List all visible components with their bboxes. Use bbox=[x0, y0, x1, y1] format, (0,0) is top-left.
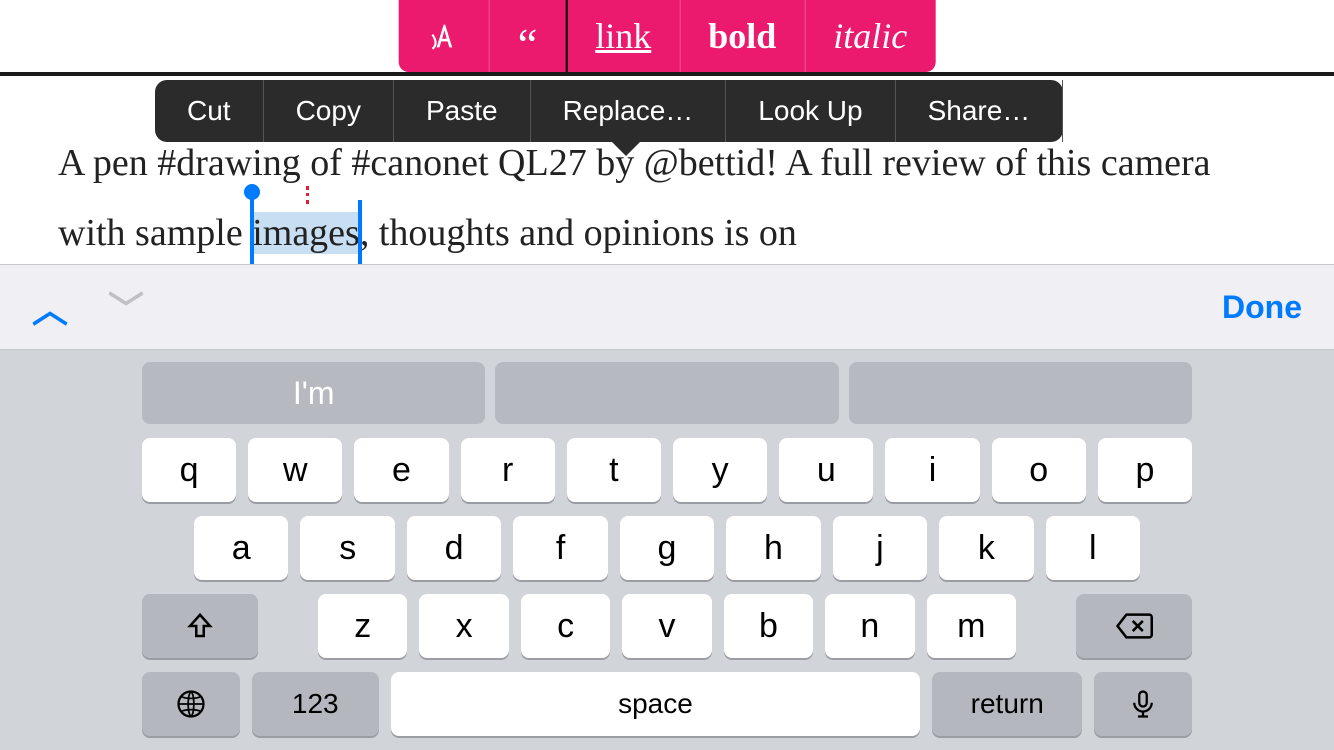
selection-dot-start[interactable] bbox=[244, 184, 260, 200]
numbers-key[interactable]: 123 bbox=[252, 672, 379, 736]
shift-key[interactable] bbox=[142, 594, 258, 658]
key-a[interactable]: a bbox=[194, 516, 288, 580]
cut-button[interactable]: Cut bbox=[155, 80, 264, 142]
prev-field-chevron-up-icon[interactable]: ︿ bbox=[32, 281, 68, 333]
context-menu-arrow bbox=[610, 140, 642, 156]
key-r[interactable]: r bbox=[461, 438, 555, 502]
shift-icon bbox=[185, 611, 215, 641]
editor-text[interactable]: A pen #drawing of #canonet QL27 by @bett… bbox=[58, 128, 1276, 269]
globe-icon bbox=[176, 689, 206, 719]
quote-button[interactable]: “ bbox=[490, 0, 568, 72]
key-f[interactable]: f bbox=[513, 516, 607, 580]
key-j[interactable]: j bbox=[833, 516, 927, 580]
key-l[interactable]: l bbox=[1046, 516, 1140, 580]
key-x[interactable]: x bbox=[419, 594, 508, 658]
suggestion-3[interactable] bbox=[849, 362, 1192, 424]
italic-button[interactable]: italic bbox=[805, 0, 935, 72]
key-s[interactable]: s bbox=[300, 516, 394, 580]
keyboard: I'm q w e r t y u i o p a s d f g h j k … bbox=[0, 350, 1334, 750]
paste-button[interactable]: Paste bbox=[394, 80, 531, 142]
key-n[interactable]: n bbox=[825, 594, 914, 658]
key-t[interactable]: t bbox=[567, 438, 661, 502]
globe-key[interactable] bbox=[142, 672, 240, 736]
mic-icon bbox=[1128, 689, 1158, 719]
key-z[interactable]: z bbox=[318, 594, 407, 658]
key-w[interactable]: w bbox=[248, 438, 342, 502]
key-m[interactable]: m bbox=[927, 594, 1016, 658]
key-h[interactable]: h bbox=[726, 516, 820, 580]
dictation-key[interactable] bbox=[1094, 672, 1192, 736]
key-b[interactable]: b bbox=[724, 594, 813, 658]
lookup-button[interactable]: Look Up bbox=[726, 80, 895, 142]
key-g[interactable]: g bbox=[620, 516, 714, 580]
selected-text: images bbox=[252, 212, 360, 254]
context-menu: Cut Copy Paste Replace… Look Up Share… bbox=[155, 80, 1063, 142]
suggestion-1[interactable]: I'm bbox=[142, 362, 485, 424]
delete-key[interactable] bbox=[1076, 594, 1192, 658]
key-row-3: z x c v b n m bbox=[12, 594, 1322, 658]
copy-button[interactable]: Copy bbox=[264, 80, 394, 142]
key-p[interactable]: p bbox=[1098, 438, 1192, 502]
toolbar-separator bbox=[0, 72, 1334, 76]
key-q[interactable]: q bbox=[142, 438, 236, 502]
key-c[interactable]: c bbox=[521, 594, 610, 658]
selection-handle-left[interactable] bbox=[250, 192, 254, 266]
share-button[interactable]: Share… bbox=[896, 80, 1064, 142]
text-selection[interactable]: images bbox=[252, 198, 360, 268]
key-e[interactable]: e bbox=[354, 438, 448, 502]
key-v[interactable]: v bbox=[622, 594, 711, 658]
key-u[interactable]: u bbox=[779, 438, 873, 502]
space-key[interactable]: space bbox=[391, 672, 921, 736]
key-o[interactable]: o bbox=[992, 438, 1086, 502]
key-row-1: q w e r t y u i o p bbox=[12, 438, 1322, 502]
suggestion-row: I'm bbox=[12, 362, 1322, 424]
bold-button[interactable]: bold bbox=[680, 0, 805, 72]
quote-icon: “ bbox=[518, 23, 538, 67]
keyboard-accessory-bar: ︿ ﹀ Done bbox=[0, 264, 1334, 350]
key-d[interactable]: d bbox=[407, 516, 501, 580]
link-button[interactable]: link bbox=[567, 0, 680, 72]
backspace-icon bbox=[1115, 612, 1153, 640]
accessory-nav: ︿ ﹀ bbox=[32, 281, 144, 333]
key-i[interactable]: i bbox=[885, 438, 979, 502]
format-toolbar: “ link bold italic bbox=[399, 0, 936, 72]
style-icon bbox=[427, 19, 461, 53]
key-row-2: a s d f g h j k l bbox=[12, 516, 1322, 580]
next-field-chevron-down-icon: ﹀ bbox=[108, 281, 144, 333]
spellcheck-marker bbox=[306, 186, 309, 204]
return-key[interactable]: return bbox=[932, 672, 1082, 736]
suggestion-2[interactable] bbox=[495, 362, 838, 424]
key-row-4: 123 space return bbox=[12, 672, 1322, 736]
key-y[interactable]: y bbox=[673, 438, 767, 502]
done-button[interactable]: Done bbox=[1222, 289, 1302, 326]
text-after-selection: , thoughts and opinions is on bbox=[360, 212, 797, 254]
style-button[interactable] bbox=[399, 0, 490, 72]
key-k[interactable]: k bbox=[939, 516, 1033, 580]
replace-button[interactable]: Replace… bbox=[531, 80, 727, 142]
